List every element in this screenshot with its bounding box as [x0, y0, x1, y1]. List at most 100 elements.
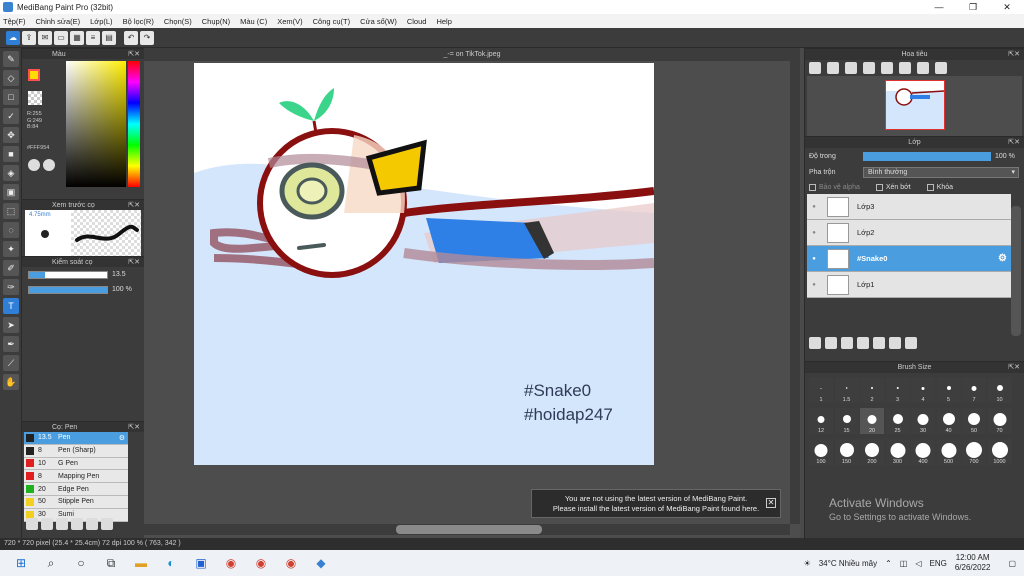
eye-icon[interactable]: ●	[807, 204, 821, 210]
layer-row[interactable]: ● Lớp3	[807, 194, 1011, 220]
merge-layer-icon[interactable]	[889, 337, 901, 349]
menu-file[interactable]: Tệp(F)	[3, 17, 26, 26]
weather-text[interactable]: 34°C Nhiều mây	[819, 559, 877, 568]
network-icon[interactable]: ◫	[900, 559, 908, 568]
chrome-profile-2-icon[interactable]: ◉	[282, 554, 300, 572]
brush-size-cell[interactable]: 300	[885, 439, 910, 465]
fill-rect-tool-icon[interactable]: ■	[3, 146, 19, 162]
brush-size-cell[interactable]: 150	[834, 439, 859, 465]
select-pen-tool-icon[interactable]: ✐	[3, 260, 19, 276]
brush-size-cell[interactable]: 7	[962, 377, 986, 403]
canvas-horizontal-scrollbar[interactable]	[144, 524, 790, 535]
panel-pin-icon[interactable]: ⇱✕	[1008, 49, 1020, 61]
brush-delete-icon[interactable]	[101, 518, 113, 530]
tray-arrow-icon[interactable]: ⌃	[885, 559, 892, 568]
text-tool-icon[interactable]: T	[3, 298, 19, 314]
delete-layer-icon[interactable]	[905, 337, 917, 349]
palette-icon[interactable]	[28, 159, 40, 171]
navigator-preview[interactable]	[807, 76, 1022, 136]
close-button[interactable]: ✕	[990, 0, 1024, 14]
brush-size-cell[interactable]: 1	[809, 377, 833, 403]
brush-size-cell[interactable]: 5	[936, 377, 961, 403]
update-notification[interactable]: You are not using the latest version of …	[531, 489, 781, 518]
dot-tool-icon[interactable]: ✓	[3, 108, 19, 124]
add-brush-icon[interactable]	[26, 518, 38, 530]
brush-settings-icon[interactable]	[56, 518, 68, 530]
bucket-tool-icon[interactable]: ◈	[3, 165, 19, 181]
rotate-left-icon[interactable]	[881, 62, 893, 74]
brush-size-cell[interactable]: 12	[809, 408, 833, 434]
eye-icon[interactable]: ●	[807, 282, 821, 288]
panel-pin-icon[interactable]: ⇱✕	[128, 257, 140, 268]
layer-opacity-slider[interactable]	[863, 151, 991, 161]
share-icon[interactable]: ⇪	[22, 30, 36, 45]
clock[interactable]: 12:00 AM 6/26/2022	[955, 553, 991, 573]
brush-size-cell[interactable]: 10	[987, 377, 1012, 403]
layer-list-scrollbar[interactable]	[1011, 206, 1021, 336]
protect-alpha-checkbox[interactable]: Bảo vệ alpha	[809, 183, 860, 191]
chrome-profile-icon[interactable]: ◉	[252, 554, 270, 572]
brush-list-item[interactable]: 8 Mapping Pen	[24, 470, 128, 484]
layer-row[interactable]: ● #Snake0 ⚙	[807, 246, 1011, 272]
gear-icon[interactable]: ⚙	[998, 253, 1007, 264]
eraser-tool-icon[interactable]: ◇	[3, 70, 19, 86]
brush-list-item[interactable]: 13.5 Pen ⚙	[24, 432, 128, 445]
brush-size-cell[interactable]: 1000	[987, 439, 1012, 465]
volume-icon[interactable]: ◁	[915, 559, 921, 568]
cloud-icon[interactable]: ☁	[6, 30, 20, 45]
brush-size-cell[interactable]: 40	[936, 408, 961, 434]
new-layer-icon[interactable]	[809, 337, 821, 349]
comment-icon[interactable]: ✉	[38, 30, 52, 45]
document-tab[interactable]: _-= on TikTok.jpeg	[144, 48, 800, 61]
foreground-color-swatch[interactable]	[28, 69, 40, 81]
redo-icon[interactable]: ↷	[140, 30, 154, 45]
brush-list-item[interactable]: 50 Stipple Pen	[24, 495, 128, 509]
gear-icon[interactable]: ⚙	[119, 434, 125, 442]
search-icon[interactable]: ⌕	[42, 554, 60, 572]
cortana-icon[interactable]: ○	[72, 554, 90, 572]
brush-copy-icon[interactable]	[86, 518, 98, 530]
layer-row[interactable]: ● Lớp2	[807, 220, 1011, 246]
saturation-value-box[interactable]	[66, 61, 126, 187]
layer-row[interactable]: ● Lớp1	[807, 272, 1011, 298]
brush-size-cell[interactable]: 4	[911, 377, 935, 403]
eye-icon[interactable]: ●	[807, 256, 821, 262]
layer-menu-icon[interactable]	[857, 337, 869, 349]
actual-size-icon[interactable]	[863, 62, 875, 74]
brush-list-item[interactable]: 20 Edge Pen	[24, 483, 128, 496]
lock-checkbox[interactable]: Khóa	[926, 183, 953, 191]
rotate-right-icon[interactable]	[917, 62, 929, 74]
menu-edit[interactable]: Chỉnh sửa(E)	[36, 17, 81, 26]
divide-tool-icon[interactable]: ⟋	[3, 355, 19, 371]
color-picker-icon[interactable]	[43, 159, 55, 171]
brush-size-cell[interactable]: 100	[809, 439, 833, 465]
background-color-swatch[interactable]	[28, 91, 42, 105]
notification-icon[interactable]: ▢	[1008, 559, 1016, 568]
brush-size-cell[interactable]: 3	[885, 377, 910, 403]
brush-opacity-slider[interactable]	[28, 285, 108, 294]
hue-slider[interactable]	[128, 61, 140, 187]
duplicate-layer-icon[interactable]	[873, 337, 885, 349]
edge-icon[interactable]: ◐	[162, 554, 180, 572]
menu-window[interactable]: Cửa sổ(W)	[360, 17, 397, 26]
brush-size-cell[interactable]: 1.5	[834, 377, 859, 403]
reset-icon[interactable]	[899, 62, 911, 74]
fit-icon[interactable]	[845, 62, 857, 74]
file-explorer-icon[interactable]: ▬	[132, 554, 150, 572]
magic-wand-tool-icon[interactable]: ✦	[3, 241, 19, 257]
panel-pin-icon[interactable]: ⇱✕	[1008, 137, 1020, 149]
brush-size-cell[interactable]: 500	[936, 439, 961, 465]
brush-size-slider[interactable]	[28, 270, 108, 279]
eyedropper-tool-icon[interactable]: ✒	[3, 336, 19, 352]
grid-icon[interactable]: ▦	[70, 30, 84, 45]
operation-tool-icon[interactable]: ➤	[3, 317, 19, 333]
brush-size-cell[interactable]: 70	[987, 408, 1012, 434]
brush-size-cell[interactable]: 50	[962, 408, 986, 434]
menu-cloud[interactable]: Cloud	[407, 17, 427, 26]
brush-list-item[interactable]: 8 Pen (Sharp)	[24, 444, 128, 458]
close-notification-icon[interactable]: ✕	[766, 498, 776, 508]
list-icon[interactable]: ≡	[86, 30, 100, 45]
brush-folder-icon[interactable]	[71, 518, 83, 530]
brush-size-cell[interactable]: 2	[860, 377, 884, 403]
menu-tools[interactable]: Công cụ(T)	[313, 17, 351, 26]
